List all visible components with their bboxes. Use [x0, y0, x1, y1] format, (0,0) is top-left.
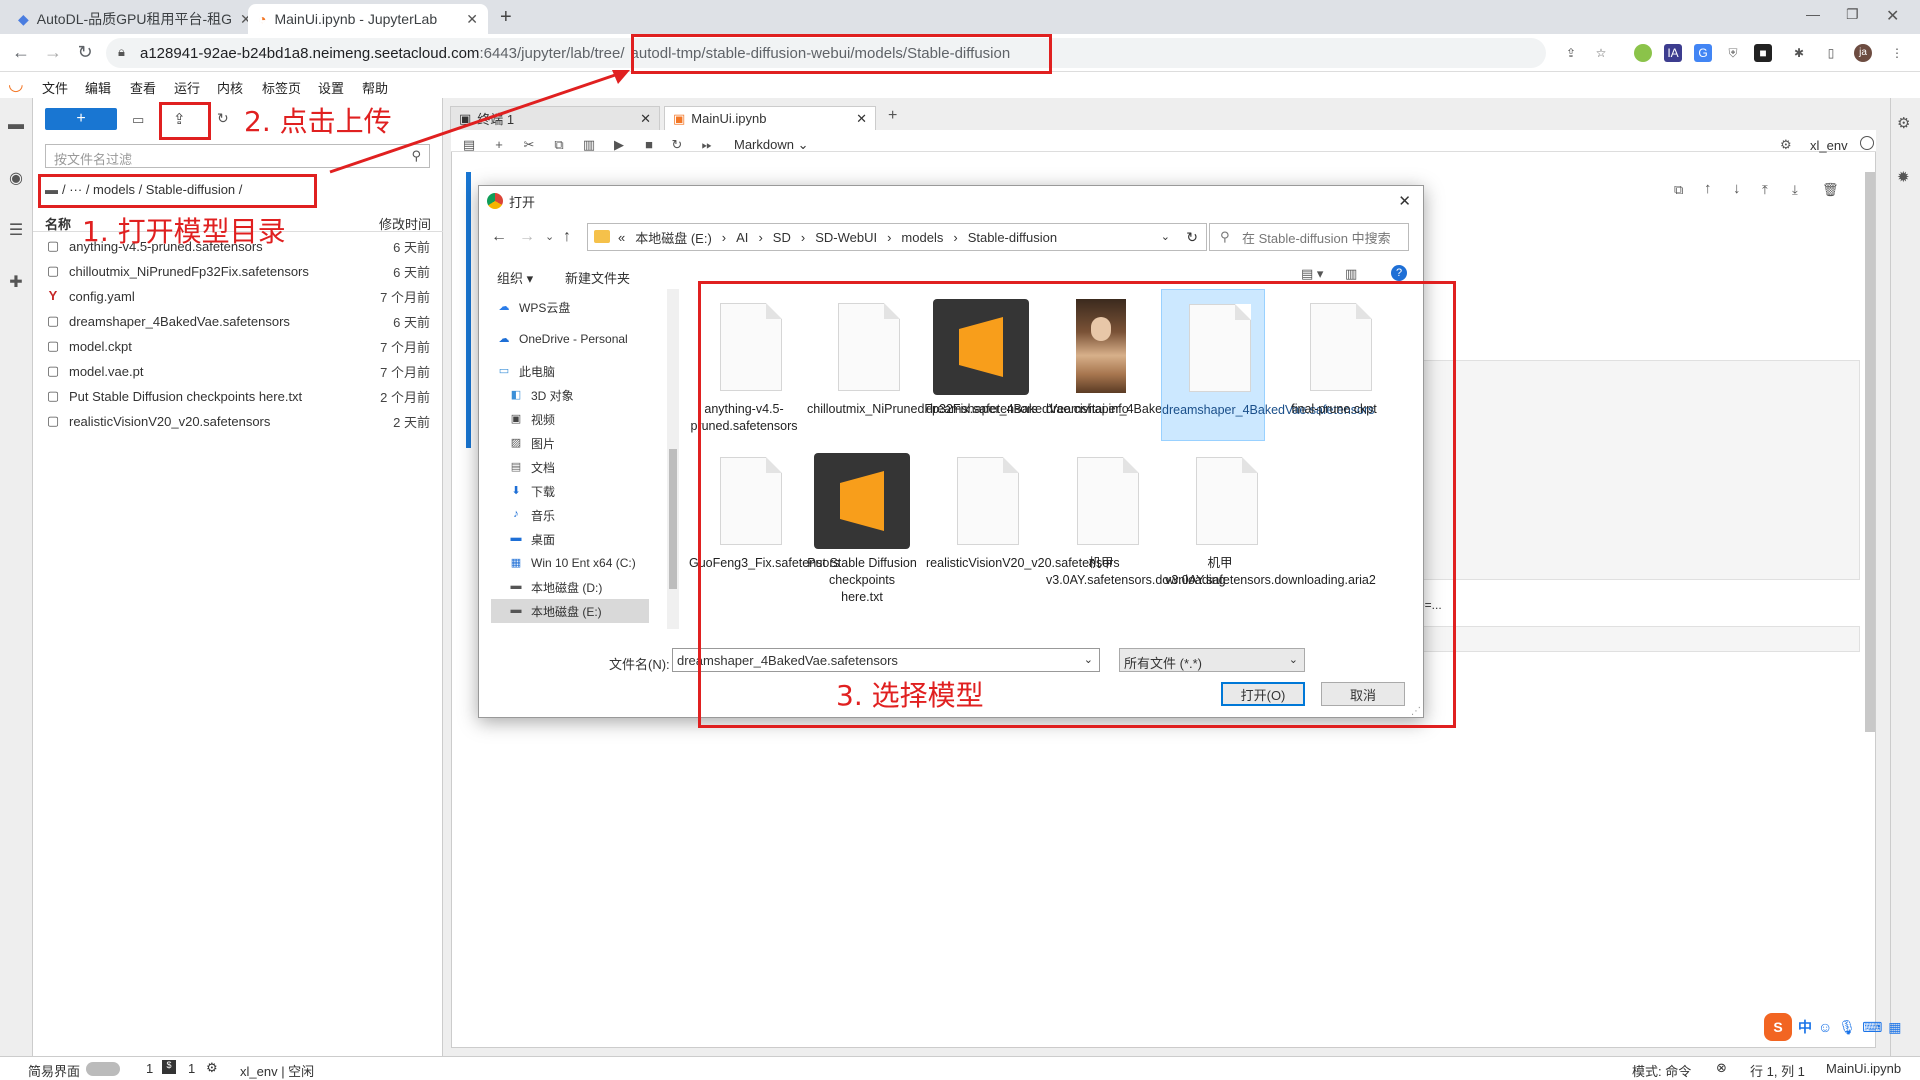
annotation-arrow: [329, 70, 630, 174]
annotation-step2: 2. 点击上传: [244, 105, 392, 138]
annotation-step3: 3. 选择模型: [836, 679, 984, 712]
annotation-step1: 1. 打开模型目录: [82, 215, 286, 248]
